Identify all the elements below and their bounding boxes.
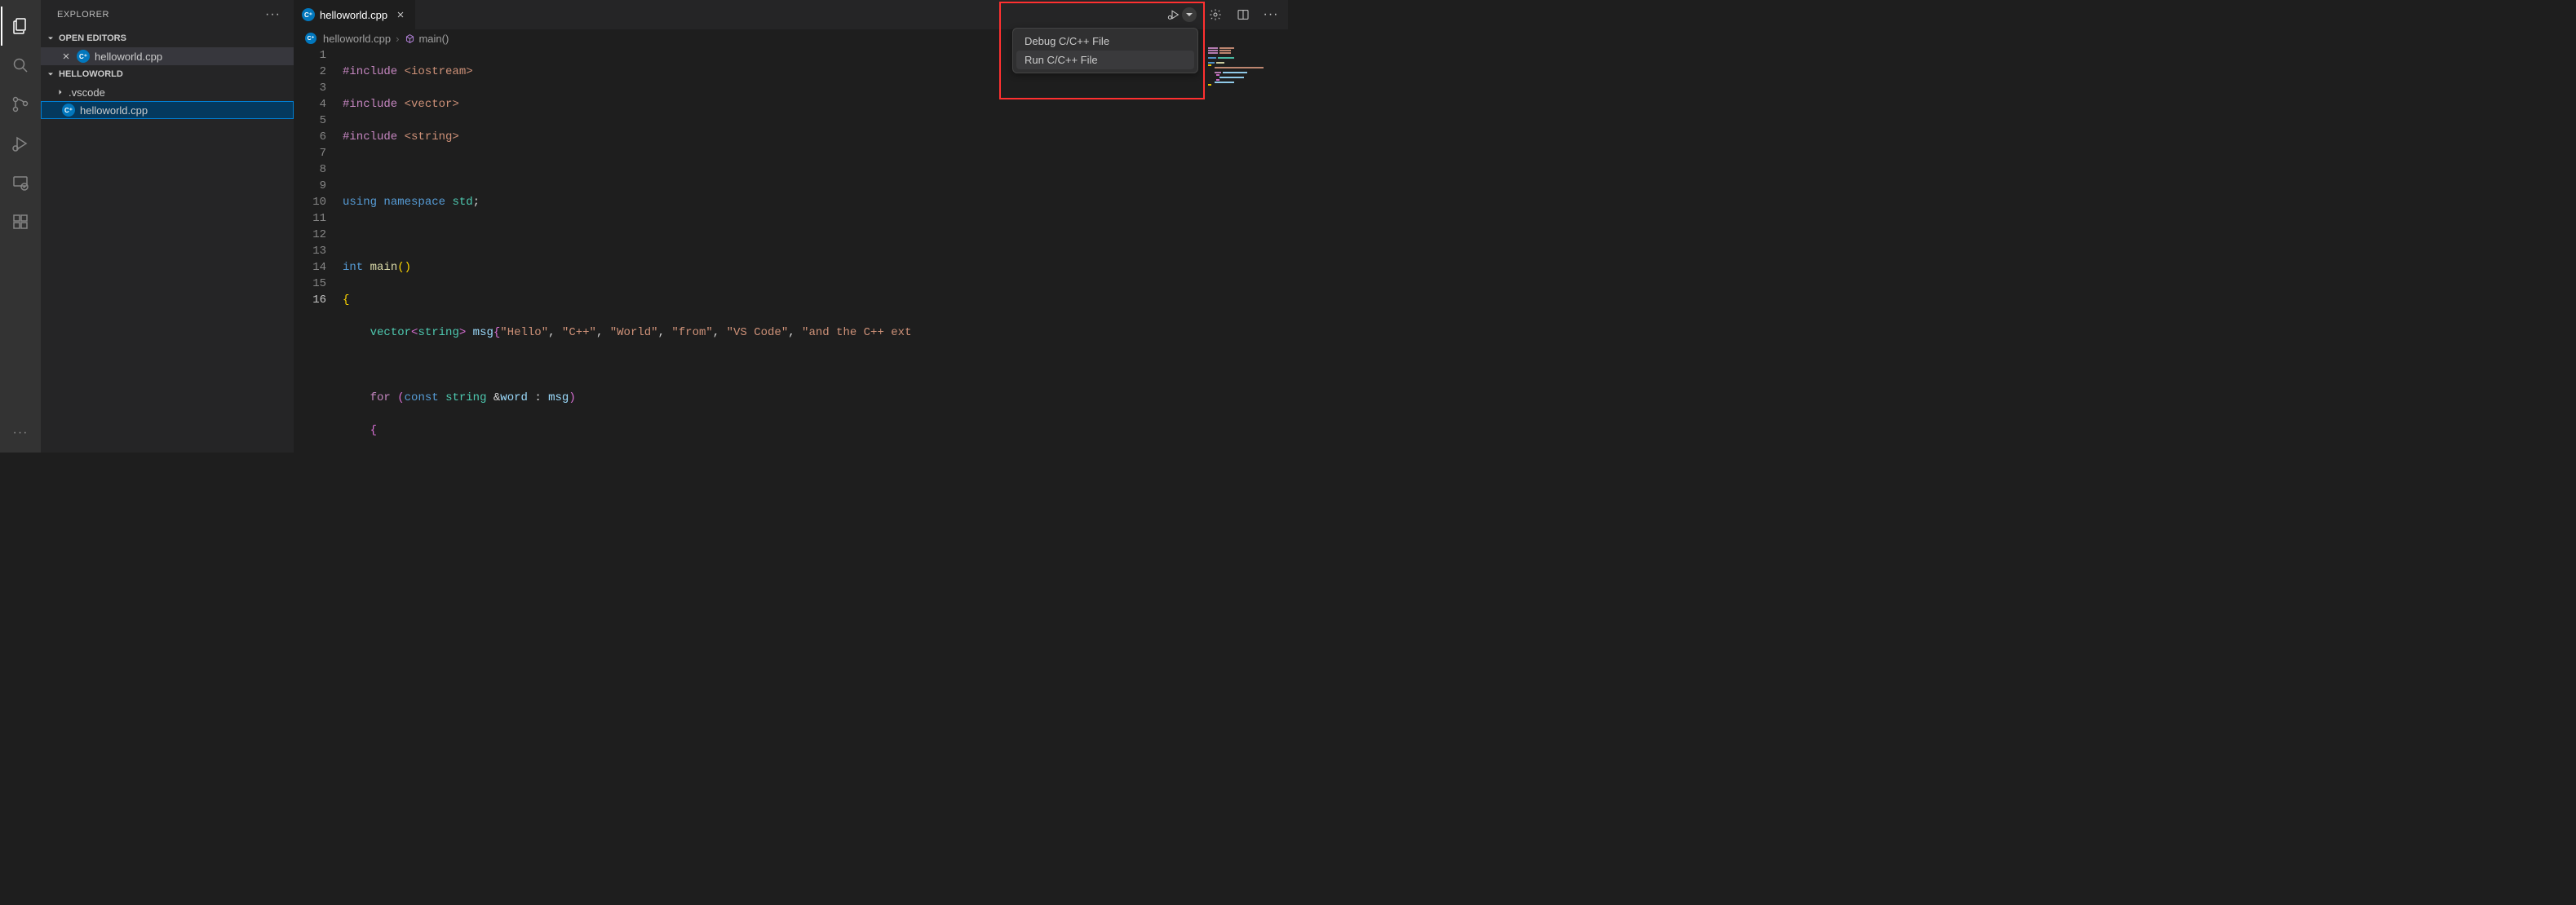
cpp-file-icon: C⁺ (302, 8, 315, 21)
open-editor-label: helloworld.cpp (95, 51, 162, 63)
minimap[interactable] (1208, 47, 1281, 96)
source-control-icon (11, 95, 30, 114)
breadcrumb-file[interactable]: helloworld.cpp (323, 33, 391, 45)
chevron-down-icon (44, 32, 57, 45)
run-debug-button[interactable] (1166, 4, 1198, 25)
run-debug-menu: Debug C/C++ File Run C/C++ File (1012, 28, 1198, 73)
activity-bar: ··· (0, 0, 41, 452)
tree-item-label: .vscode (69, 86, 105, 99)
open-editors-header[interactable]: OPEN EDITORS (41, 29, 294, 47)
tree-item-label: helloworld.cpp (80, 104, 148, 117)
symbol-method-icon (404, 33, 415, 44)
menu-item-debug[interactable]: Debug C/C++ File (1016, 32, 1194, 51)
close-icon[interactable] (394, 8, 407, 21)
debug-icon (11, 134, 30, 153)
gear-icon (1209, 8, 1222, 21)
sidebar-more-icon[interactable]: ··· (265, 7, 281, 22)
tab-label: helloworld.cpp (320, 9, 387, 21)
files-icon (11, 16, 30, 36)
tree-folder-vscode[interactable]: .vscode (41, 83, 294, 101)
activity-run-debug[interactable] (1, 124, 40, 163)
tab-bar: C⁺ helloworld.cpp ··· (294, 0, 1288, 29)
code-content[interactable]: #include <iostream> #include <vector> #i… (343, 47, 1288, 452)
folder-label: HELLOWORLD (59, 69, 123, 79)
activity-explorer[interactable] (1, 7, 40, 46)
extensions-icon (11, 212, 30, 232)
chevron-right-icon (54, 86, 67, 99)
cpp-file-icon: C⁺ (77, 50, 90, 63)
tab-helloworld[interactable]: C⁺ helloworld.cpp (294, 0, 416, 29)
activity-more[interactable]: ··· (1, 413, 40, 452)
code-editor[interactable]: 12345678910111213141516 #include <iostre… (294, 47, 1288, 452)
play-bug-icon (1167, 8, 1180, 21)
chevron-down-icon (44, 68, 57, 81)
ellipsis-icon: ··· (1264, 7, 1279, 22)
activity-source-control[interactable] (1, 85, 40, 124)
activity-search[interactable] (1, 46, 40, 85)
folder-header[interactable]: HELLOWORLD (41, 65, 294, 83)
menu-item-run[interactable]: Run C/C++ File (1016, 51, 1194, 69)
editor-area: C⁺ helloworld.cpp ··· (294, 0, 1288, 452)
activity-extensions[interactable] (1, 202, 40, 241)
split-editor-button[interactable] (1233, 4, 1254, 25)
split-icon (1237, 8, 1250, 21)
sidebar-title: EXPLORER (57, 10, 265, 20)
activity-remote[interactable] (1, 163, 40, 202)
close-icon[interactable] (59, 49, 73, 64)
editor-more-button[interactable]: ··· (1260, 4, 1281, 25)
tree-file-helloworld[interactable]: C⁺ helloworld.cpp (41, 101, 294, 119)
cpp-file-icon: C⁺ (305, 33, 316, 44)
chevron-right-icon: › (396, 33, 399, 45)
explorer-sidebar: EXPLORER ··· OPEN EDITORS C⁺ helloworld.… (41, 0, 294, 452)
search-icon (11, 55, 30, 75)
settings-button[interactable] (1205, 4, 1226, 25)
open-editors-label: OPEN EDITORS (59, 33, 126, 43)
line-gutter: 12345678910111213141516 (294, 47, 343, 452)
open-editor-item[interactable]: C⁺ helloworld.cpp (41, 47, 294, 65)
remote-icon (11, 173, 30, 192)
breadcrumb-symbol[interactable]: main() (418, 33, 449, 45)
ellipsis-icon: ··· (13, 426, 29, 440)
cpp-file-icon: C⁺ (62, 104, 75, 117)
chevron-down-icon[interactable] (1182, 7, 1197, 22)
